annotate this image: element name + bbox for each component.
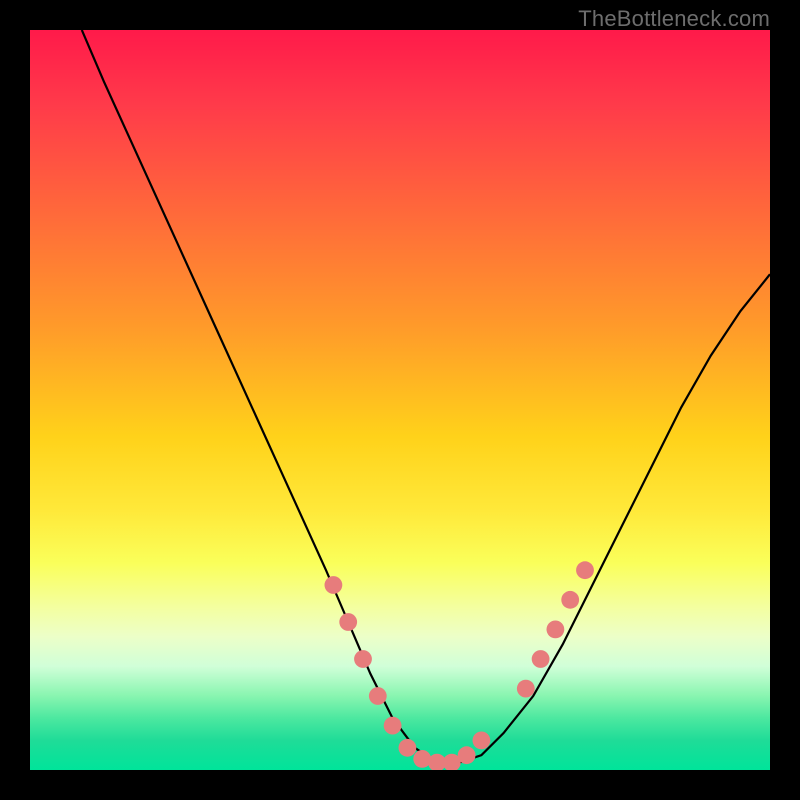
marker-point (517, 680, 535, 698)
marker-point (473, 732, 491, 750)
marker-point (339, 613, 357, 631)
marker-group (325, 561, 594, 770)
marker-point (354, 650, 372, 668)
marker-point (576, 561, 594, 579)
chart-svg (30, 30, 770, 770)
watermark-text: TheBottleneck.com (578, 6, 770, 32)
marker-point (547, 621, 565, 639)
marker-point (561, 591, 579, 609)
marker-point (532, 650, 550, 668)
marker-point (384, 717, 402, 735)
chart-plot-area (30, 30, 770, 770)
marker-point (369, 687, 387, 705)
marker-point (458, 746, 476, 764)
marker-point (325, 576, 343, 594)
curve-line (82, 30, 770, 763)
marker-point (413, 750, 431, 768)
marker-point (399, 739, 417, 757)
